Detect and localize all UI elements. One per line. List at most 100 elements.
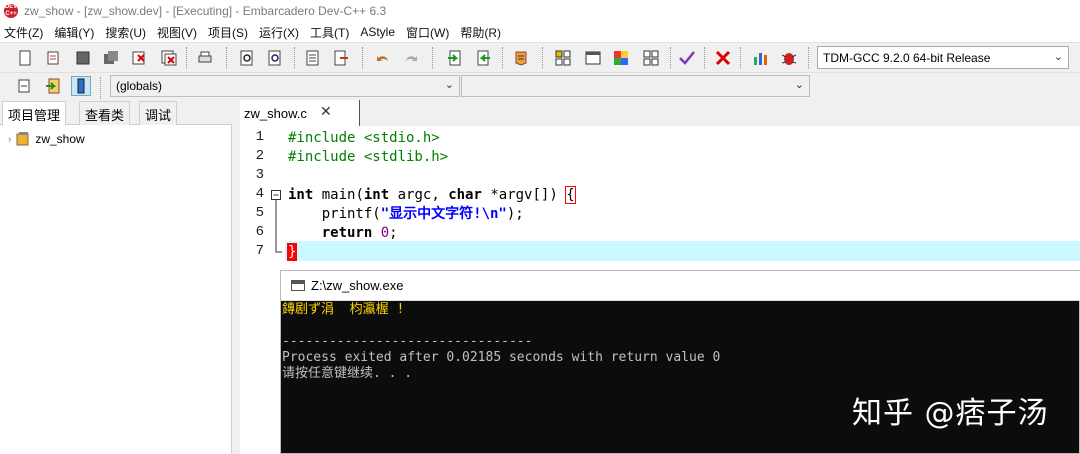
print-icon[interactable]	[196, 49, 214, 67]
tab-project[interactable]: 项目管理	[2, 101, 67, 126]
code-line: #include <stdlib.h>	[288, 148, 448, 167]
console-title: Z:\zw_show.exe	[311, 278, 404, 293]
toolbar-separator	[542, 47, 543, 69]
class-browser-icon[interactable]	[16, 77, 34, 95]
dev-cpp-window: DEV C++ zw_show - [zw_show.dev] - [Execu…	[0, 0, 1080, 454]
code-text: main(	[313, 187, 364, 203]
tab-debug[interactable]: 调试	[139, 101, 178, 125]
scope-select-value: (globals)	[116, 79, 163, 93]
syntax-check-icon[interactable]	[678, 49, 696, 67]
toggle-view-icon[interactable]	[71, 76, 91, 96]
menu-view[interactable]: 视图(V)	[157, 24, 197, 41]
keyword: char	[448, 187, 482, 203]
toggle-bookmark-icon[interactable]	[332, 49, 350, 67]
toolbar-separator	[100, 77, 101, 99]
console-title-bar[interactable]: Z:\zw_show.exe	[281, 271, 1080, 301]
code-line: }	[286, 243, 298, 262]
close-icon[interactable]: ✕	[320, 103, 332, 120]
unindent-icon[interactable]	[474, 49, 492, 67]
indent-icon[interactable]	[446, 49, 464, 67]
save-icon[interactable]	[74, 49, 92, 67]
console-output-line: 鏄剧ず涓 枃瀛楃 !	[282, 302, 405, 317]
debug-icon[interactable]	[780, 49, 798, 67]
chart-icon[interactable]	[752, 49, 770, 67]
chevron-down-icon: ⌄	[1053, 51, 1063, 63]
open-file-icon[interactable]	[44, 49, 62, 67]
tree-item-project[interactable]: › zw_show	[8, 131, 85, 147]
code-content: #include <stdio.h> #include <stdlib.h> i…	[286, 126, 576, 261]
toolbar-separator	[294, 47, 295, 69]
preprocessor-text: #include <stdio.h>	[288, 130, 440, 146]
menu-file[interactable]: 文件(Z)	[4, 24, 43, 41]
keyword: return	[288, 225, 373, 241]
close-all-icon[interactable]	[160, 49, 178, 67]
stop-icon[interactable]	[714, 49, 732, 67]
menu-edit[interactable]: 编辑(Y)	[54, 24, 94, 41]
menu-run[interactable]: 运行(X)	[259, 24, 299, 41]
insert-code-icon[interactable]	[44, 77, 62, 95]
rebuild-icon[interactable]	[642, 49, 660, 67]
goto-line-icon[interactable]	[304, 49, 322, 67]
project-panel-tabs: 项目管理 查看类 调试	[0, 100, 232, 126]
menu-search[interactable]: 搜索(U)	[105, 24, 146, 41]
code-text: );	[506, 206, 524, 222]
undo-icon[interactable]	[374, 49, 392, 67]
compile-run-icon[interactable]	[612, 49, 630, 67]
find-icon[interactable]	[238, 49, 256, 67]
fold-marker-icon[interactable]	[270, 186, 284, 264]
editor-tabs: zw_show.c ✕	[240, 100, 1080, 126]
line-number-gutter: 1 2 3 4 5 6 7	[240, 126, 268, 454]
new-file-icon[interactable]	[16, 49, 34, 67]
console-window-icon	[291, 280, 305, 291]
current-line-highlight	[285, 241, 1080, 261]
run-icon[interactable]	[584, 49, 602, 67]
tab-label: zw_show.c	[244, 105, 307, 121]
menu-astyle[interactable]: AStyle	[360, 25, 395, 39]
save-all-icon[interactable]	[102, 49, 120, 67]
line-number: 1	[255, 129, 264, 145]
chevron-right-icon[interactable]: ›	[8, 134, 11, 145]
line-number: 7	[255, 243, 264, 259]
number-literal: 0	[372, 225, 390, 241]
code-text: ;	[389, 225, 398, 241]
code-line: return 0;	[288, 224, 398, 243]
console-output-line: Process exited after 0.02185 seconds wit…	[282, 350, 721, 365]
compiler-select[interactable]: TDM-GCC 9.2.0 64-bit Release ⌄	[817, 46, 1069, 69]
tab-zw-show-c[interactable]: zw_show.c ✕	[240, 100, 360, 126]
menu-window[interactable]: 窗口(W)	[406, 24, 449, 41]
replace-icon[interactable]	[266, 49, 284, 67]
line-number: 5	[255, 205, 264, 221]
keyword: int	[288, 187, 314, 203]
line-number: 2	[255, 148, 264, 164]
title-bar: DEV C++ zw_show - [zw_show.dev] - [Execu…	[0, 0, 1080, 22]
code-text: argc,	[389, 187, 449, 203]
tree-item-label: zw_show	[35, 132, 85, 146]
toolbar-separator	[740, 47, 741, 69]
menu-help[interactable]: 帮助(R)	[460, 24, 501, 41]
toolbar-separator	[362, 47, 363, 69]
toolbar-separator	[502, 47, 503, 69]
scope-select[interactable]: (globals) ⌄	[110, 75, 460, 97]
menu-bar: 文件(Z) 编辑(Y) 搜索(U) 视图(V) 项目(S) 运行(X) 工具(T…	[0, 22, 1080, 42]
menu-project[interactable]: 项目(S)	[208, 24, 248, 41]
tab-classes[interactable]: 查看类	[79, 101, 131, 125]
close-icon[interactable]	[130, 49, 148, 67]
toolbar-separator	[432, 47, 433, 69]
console-output-line: 请按任意键继续. . .	[282, 366, 413, 381]
line-number: 6	[255, 224, 264, 240]
preprocessor-text: #include <stdlib.h>	[288, 149, 449, 165]
comment-icon[interactable]	[512, 49, 530, 67]
code-line: printf("显示中文字符!\n");	[288, 205, 524, 224]
panel-splitter[interactable]	[232, 100, 240, 454]
string-literal: "显示中文字符!\n"	[380, 206, 507, 222]
member-select[interactable]: ⌄	[461, 75, 810, 97]
chevron-down-icon: ⌄	[444, 79, 454, 91]
redo-icon[interactable]	[402, 49, 420, 67]
code-line: #include <stdio.h>	[288, 129, 440, 148]
compiler-select-value: TDM-GCC 9.2.0 64-bit Release	[823, 50, 991, 65]
window-title: zw_show - [zw_show.dev] - [Executing] - …	[24, 4, 387, 18]
matched-brace: }	[286, 243, 298, 261]
menu-tools[interactable]: 工具(T)	[310, 24, 349, 41]
app-icon: DEV C++	[4, 4, 18, 18]
compile-icon[interactable]	[554, 49, 572, 67]
